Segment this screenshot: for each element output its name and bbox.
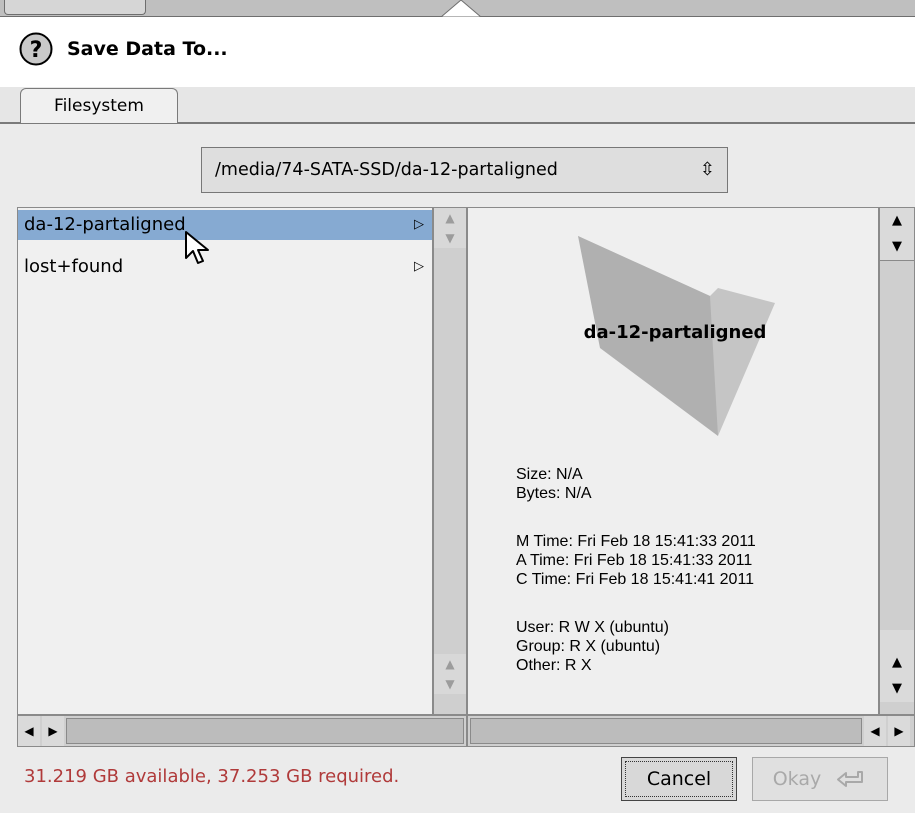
preview-group: Group: R X (ubuntu) [516, 638, 661, 655]
scroll-up-button[interactable]: ▲ [880, 650, 914, 677]
scroll-right-button[interactable]: ▶ [888, 716, 910, 746]
path-select[interactable]: /media/74-SATA-SSD/da-12-partaligned ⇳ [201, 147, 728, 193]
preview-mtime: M Time: Fri Feb 18 15:41:33 2011 [516, 533, 756, 550]
scroll-left-button[interactable]: ◀ [864, 716, 886, 746]
preview-size: Size: N/A [516, 466, 583, 483]
preview-atime: A Time: Fri Feb 18 15:41:33 2011 [516, 552, 753, 569]
file-list-hscroll[interactable]: ◀ ▶ [17, 715, 467, 747]
tab-filesystem[interactable]: Filesystem [20, 88, 178, 123]
triangle-right-icon: ▷ [414, 217, 424, 232]
scroll-left-button[interactable]: ◀ [18, 716, 40, 746]
scroll-down-button[interactable]: ▼ [880, 234, 914, 261]
list-item[interactable]: lost+found ▷ [18, 252, 432, 282]
cancel-button[interactable]: Cancel [621, 757, 737, 801]
scroll-down-button[interactable]: ▼ [434, 674, 466, 694]
preview-other: Other: R X [516, 657, 592, 674]
notch-shape [441, 0, 481, 17]
scroll-thumb[interactable] [470, 718, 862, 744]
preview-bytes: Bytes: N/A [516, 485, 592, 502]
okay-button[interactable]: Okay [752, 757, 888, 801]
file-name: da-12-partaligned [24, 214, 186, 235]
return-arrow-icon [837, 770, 864, 787]
scroll-thumb[interactable] [880, 630, 914, 651]
status-text: 31.219 GB available, 37.253 GB required. [24, 766, 400, 787]
scroll-down-button[interactable]: ▼ [880, 676, 914, 702]
mouse-pointer-icon [185, 231, 209, 264]
preview-vscroll[interactable]: ▲ ▼ ▲ ▼ [879, 207, 915, 715]
svg-text:?: ? [30, 38, 43, 63]
scroll-up-button[interactable]: ▲ [434, 654, 466, 674]
updown-arrows-icon: ⇳ [699, 159, 715, 180]
scroll-up-button[interactable]: ▲ [434, 208, 466, 228]
question-icon[interactable]: ? [19, 32, 53, 66]
scroll-right-button[interactable]: ▶ [42, 716, 64, 746]
scroll-down-button[interactable]: ▼ [434, 228, 466, 248]
list-item[interactable]: da-12-partaligned ▷ [18, 210, 432, 240]
file-list-vscroll[interactable]: ▲ ▼ ▲ ▼ [433, 207, 467, 715]
file-list[interactable]: da-12-partaligned ▷ lost+found ▷ [17, 207, 433, 715]
path-value: /media/74-SATA-SSD/da-12-partaligned [215, 160, 558, 180]
previous-tab-remnant [4, 0, 146, 15]
preview-user: User: R W X (ubuntu) [516, 619, 669, 636]
dialog-title: Save Data To... [67, 38, 228, 60]
file-name: lost+found [24, 256, 124, 277]
preview-hscroll[interactable]: ◀ ▶ [467, 715, 915, 747]
preview-name: da-12-partaligned [583, 322, 767, 343]
preview-ctime: C Time: Fri Feb 18 15:41:41 2011 [516, 571, 755, 588]
cancel-label: Cancel [646, 768, 712, 790]
okay-label: Okay [772, 768, 822, 790]
scroll-up-button[interactable]: ▲ [880, 208, 914, 235]
triangle-right-icon: ▷ [414, 259, 424, 274]
scroll-thumb[interactable] [66, 718, 464, 744]
